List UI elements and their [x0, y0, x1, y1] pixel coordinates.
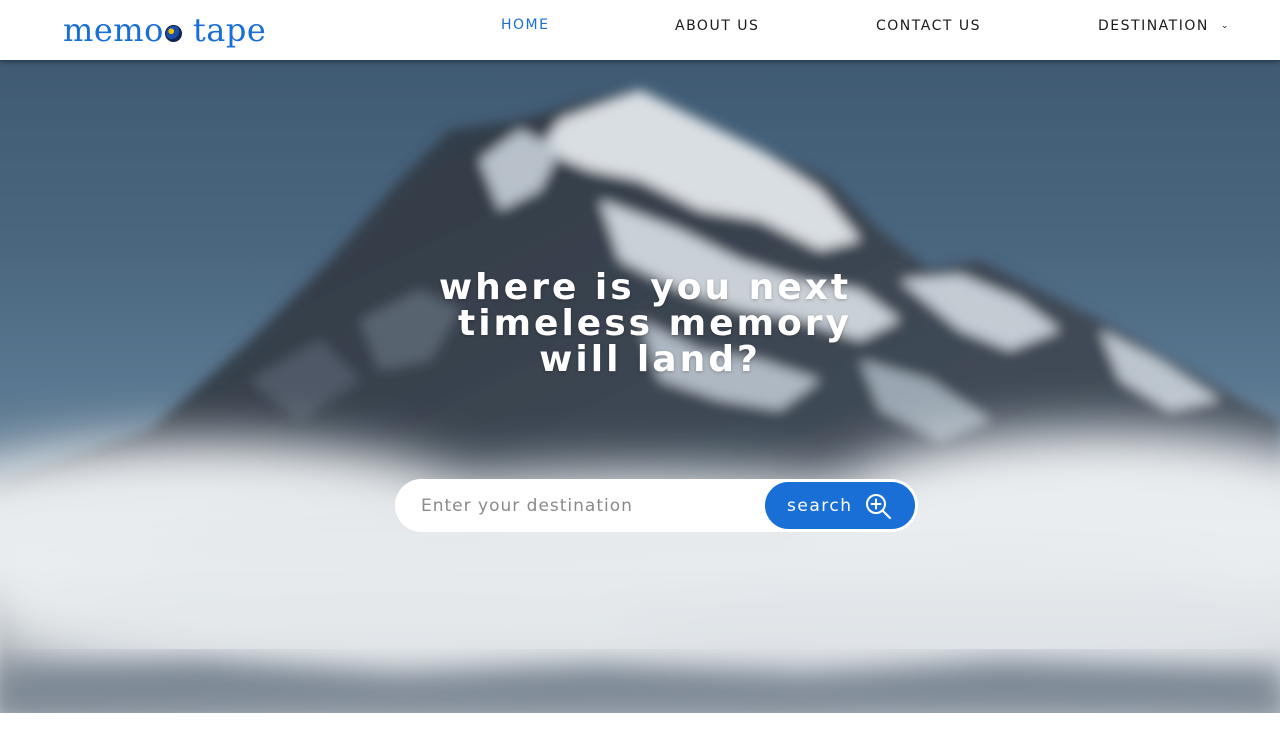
- hero-headline-line3: will land?: [539, 339, 761, 380]
- page-bottom-strip: [0, 713, 1280, 733]
- nav-home-link[interactable]: HOME: [501, 17, 549, 33]
- nav-destination-dropdown[interactable]: DESTINATION ⌄: [1098, 18, 1230, 34]
- navbar: memo tape HOME ABOUT US CONTACT US DESTIN…: [0, 0, 1280, 60]
- hero-headline: where is you next timeless memory will l…: [400, 270, 900, 378]
- search-button[interactable]: search: [764, 481, 916, 530]
- hero-headline-line2: timeless memory: [457, 303, 852, 344]
- hero-section: where is you next timeless memory will l…: [0, 60, 1280, 713]
- brand-logo[interactable]: memo tape: [63, 10, 266, 50]
- nav-contact-link[interactable]: CONTACT US: [876, 18, 981, 34]
- destination-search-bar: search: [395, 479, 918, 532]
- search-button-label: search: [787, 495, 853, 516]
- chevron-down-icon: ⌄: [1220, 21, 1230, 31]
- nav-destination-label: DESTINATION: [1098, 18, 1209, 34]
- globe-icon: [164, 24, 182, 42]
- destination-search-input[interactable]: [419, 487, 749, 524]
- brand-word-memo: memo: [63, 11, 164, 49]
- hero-headline-line1: where is you next: [438, 267, 852, 308]
- zoom-in-icon: [866, 493, 892, 519]
- nav-about-link[interactable]: ABOUT US: [675, 18, 759, 34]
- brand-word-tape: tape: [192, 11, 267, 49]
- mountain-background-image: [0, 90, 1280, 713]
